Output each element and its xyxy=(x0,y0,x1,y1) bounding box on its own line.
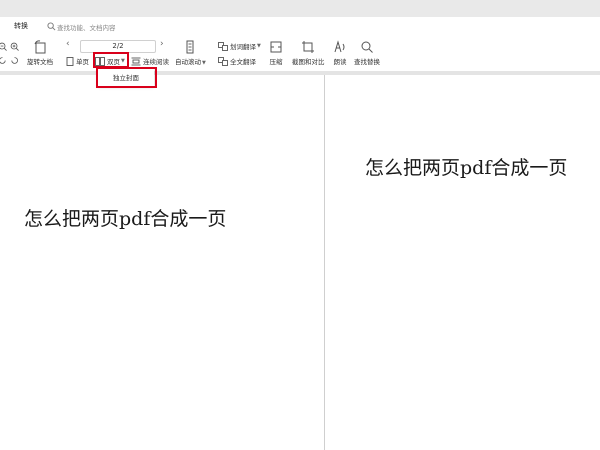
single-page-icon xyxy=(66,56,74,66)
read-aloud-icon xyxy=(334,40,345,53)
left-page-text: 怎么把两页pdf合成一页 xyxy=(24,208,227,230)
read-aloud-button[interactable]: 朗读 xyxy=(333,40,347,66)
screenshot-icon xyxy=(302,41,315,53)
rotate-left-icon[interactable] xyxy=(0,56,7,65)
continuous-read-label: 连续阅读 xyxy=(143,58,169,66)
continuous-read-icon xyxy=(131,57,141,65)
rotate-right-icon[interactable] xyxy=(10,56,19,65)
toolbar-divider xyxy=(0,71,600,75)
single-page-button[interactable]: 单页 xyxy=(66,56,89,66)
compress-label: 压缩 xyxy=(269,58,283,66)
find-replace-icon xyxy=(361,41,373,53)
read-aloud-label: 朗读 xyxy=(333,58,347,66)
single-page-label: 单页 xyxy=(76,58,89,66)
search-icon[interactable] xyxy=(47,22,56,31)
find-replace-label: 查找替换 xyxy=(354,58,380,66)
page-divider xyxy=(324,75,325,450)
full-translate-button[interactable]: 全文翻译 xyxy=(218,56,256,66)
full-translate-label: 全文翻译 xyxy=(230,58,256,66)
window-top-strip xyxy=(0,0,600,17)
zoom-out-icon[interactable] xyxy=(0,42,7,51)
auto-scroll-icon xyxy=(186,40,194,54)
tab-bar: 转换 查找功能、文档内容 xyxy=(0,17,600,37)
word-translate-label: 划词翻译 xyxy=(230,43,256,51)
translate-icon xyxy=(218,41,228,51)
rotate-document-icon xyxy=(34,40,46,54)
next-page-icon[interactable]: › xyxy=(160,39,164,49)
screenshot-compare-button[interactable]: 截图和对比 xyxy=(292,40,325,66)
continuous-read-button[interactable]: 连续阅读 xyxy=(131,56,169,66)
toolbar: 旋转文档 ‹ 2/2 › 单页 双页 ▼ 连续阅读 自动滚动▼ 划词翻译 ▼ 全… xyxy=(0,37,600,71)
compress-button[interactable]: 压缩 xyxy=(269,40,283,66)
screenshot-compare-label: 截图和对比 xyxy=(292,58,325,66)
full-translate-icon xyxy=(218,56,228,66)
right-page-text: 怎么把两页pdf合成一页 xyxy=(365,157,568,179)
rotate-document-label: 旋转文档 xyxy=(27,58,53,66)
dropdown-highlight xyxy=(96,67,157,88)
auto-scroll-label: 自动滚动▼ xyxy=(175,58,206,66)
search-input[interactable]: 查找功能、文档内容 xyxy=(57,22,116,32)
word-translate-button[interactable]: 划词翻译 ▼ xyxy=(218,41,261,51)
compress-icon xyxy=(270,41,282,53)
double-page-highlight xyxy=(93,52,129,68)
chevron-down-icon: ▼ xyxy=(257,43,261,49)
previous-page-icon[interactable]: ‹ xyxy=(66,39,70,49)
zoom-in-icon[interactable] xyxy=(10,42,19,51)
find-replace-button[interactable]: 查找替换 xyxy=(354,40,380,66)
auto-scroll-button[interactable]: 自动滚动▼ xyxy=(175,40,206,66)
tab-convert[interactable]: 转换 xyxy=(14,21,28,31)
rotate-document-button[interactable]: 旋转文档 xyxy=(27,40,53,66)
